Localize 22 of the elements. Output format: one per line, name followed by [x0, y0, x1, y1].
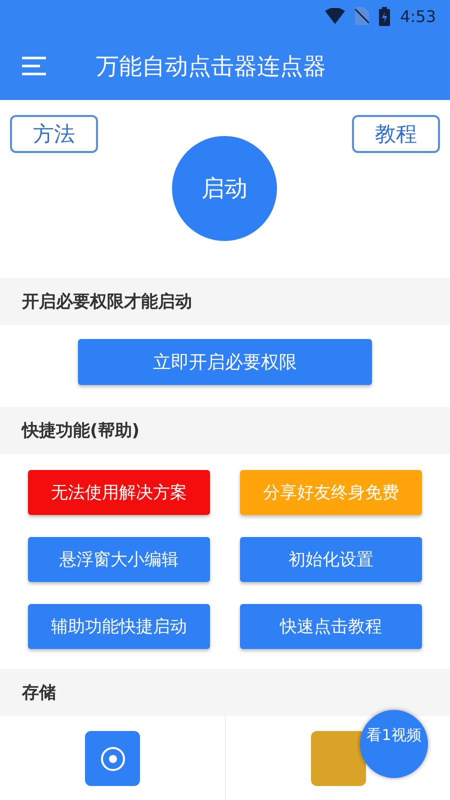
- menu-icon[interactable]: [22, 56, 46, 76]
- battery-icon: [379, 6, 390, 26]
- outline-button[interactable]: 方法: [10, 115, 98, 153]
- storage-tile[interactable]: [85, 731, 140, 786]
- permission-button[interactable]: 立即开启必要权限: [78, 339, 372, 385]
- outline-button[interactable]: 教程: [352, 115, 440, 153]
- shortcut-button[interactable]: 辅助功能快捷启动: [28, 604, 210, 649]
- wifi-icon: [325, 8, 346, 24]
- shortcut-button[interactable]: 初始化设置: [240, 537, 422, 582]
- shortcut-button[interactable]: 悬浮窗大小编辑: [28, 537, 210, 582]
- shortcut-button[interactable]: 快速点击教程: [240, 604, 422, 649]
- no-sim-icon: [355, 7, 370, 25]
- app-title: 万能自动点击器连点器: [96, 52, 326, 82]
- section-title: 存储: [22, 682, 56, 704]
- section-title: 开启必要权限才能启动: [22, 291, 192, 313]
- shortcut-button[interactable]: 无法使用解决方案: [28, 470, 210, 515]
- target-icon: [100, 746, 126, 772]
- start-button[interactable]: 启动: [172, 136, 277, 241]
- shortcut-button[interactable]: 分享好友终身免费: [240, 470, 422, 515]
- section-title: 快捷功能(帮助): [22, 420, 140, 442]
- storage-tile[interactable]: [310, 731, 366, 786]
- status-time: 4:53: [400, 6, 436, 26]
